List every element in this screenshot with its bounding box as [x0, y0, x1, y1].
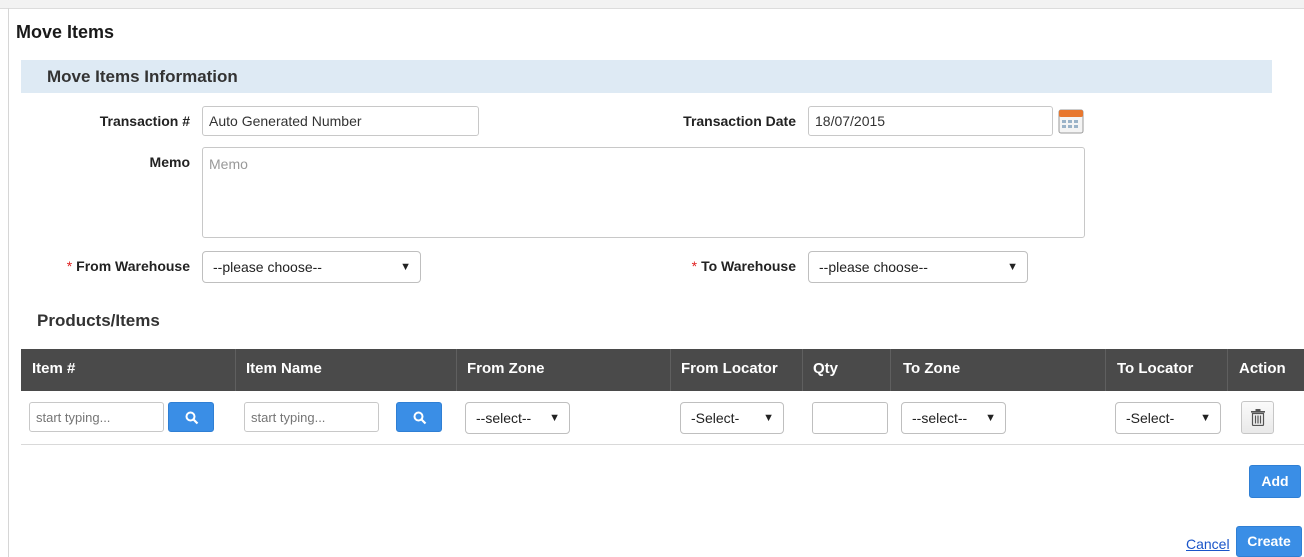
transaction-date-input[interactable]: 18/07/2015	[808, 106, 1053, 136]
transaction-label: Transaction #	[99, 113, 190, 129]
add-row-button[interactable]: Add	[1249, 465, 1301, 498]
trash-icon	[1251, 409, 1265, 426]
item-name-input[interactable]	[244, 402, 379, 432]
delete-row-button[interactable]	[1241, 401, 1274, 434]
dropdown-arrow-icon: ▼	[549, 412, 560, 424]
required-marker: *	[691, 258, 698, 274]
memo-textarea[interactable]: Memo	[202, 147, 1085, 238]
from-zone-select[interactable]: --select-- ▼	[465, 402, 570, 434]
to-warehouse-label: * To Warehouse	[692, 258, 796, 274]
column-divider	[1105, 349, 1106, 391]
column-divider	[802, 349, 803, 391]
column-from-zone: From Zone	[467, 360, 545, 377]
column-from-locator: From Locator	[681, 360, 778, 377]
from-warehouse-value: --please choose--	[213, 259, 322, 275]
products-table-header: Item # Item Name From Zone From Locator …	[21, 349, 1304, 391]
to-warehouse-label-text: To Warehouse	[701, 258, 796, 274]
to-locator-select[interactable]: -Select- ▼	[1115, 402, 1221, 434]
item-search-button[interactable]	[168, 402, 214, 432]
from-locator-value: -Select-	[691, 410, 740, 426]
to-zone-select[interactable]: --select-- ▼	[901, 402, 1006, 434]
column-divider	[1227, 349, 1228, 391]
to-warehouse-select[interactable]: --please choose-- ▼	[808, 251, 1028, 283]
column-item-name: Item Name	[246, 360, 322, 377]
to-zone-value: --select--	[912, 410, 968, 426]
item-number-input[interactable]	[29, 402, 164, 432]
window-top-border	[0, 0, 1304, 9]
dropdown-arrow-icon: ▼	[400, 261, 411, 273]
section-title: Move Items Information	[47, 67, 238, 86]
column-to-zone: To Zone	[903, 360, 961, 377]
column-divider	[890, 349, 891, 391]
create-button[interactable]: Create	[1236, 526, 1302, 557]
column-divider	[456, 349, 457, 391]
from-warehouse-label-text: From Warehouse	[76, 258, 190, 274]
row-divider	[21, 444, 1304, 445]
search-icon	[413, 411, 427, 425]
to-locator-value: -Select-	[1126, 410, 1175, 426]
from-zone-value: --select--	[476, 410, 532, 426]
column-divider	[235, 349, 236, 391]
products-title: Products/Items	[37, 311, 160, 330]
column-qty: Qty	[813, 360, 839, 377]
column-divider	[670, 349, 671, 391]
dropdown-arrow-icon: ▼	[1007, 261, 1018, 273]
item-name-search-button[interactable]	[396, 402, 442, 432]
to-warehouse-value: --please choose--	[819, 259, 928, 275]
transaction-number-input[interactable]: Auto Generated Number	[202, 106, 479, 136]
required-marker: *	[66, 258, 73, 274]
dropdown-arrow-icon: ▼	[985, 412, 996, 424]
transaction-date-label: Transaction Date	[683, 113, 796, 129]
column-action: Action	[1239, 360, 1286, 377]
column-item-number: Item #	[32, 360, 76, 377]
window-left-border	[8, 8, 9, 557]
dropdown-arrow-icon: ▼	[1200, 412, 1211, 424]
calendar-icon[interactable]	[1057, 107, 1085, 135]
from-locator-select[interactable]: -Select- ▼	[680, 402, 784, 434]
from-warehouse-select[interactable]: --please choose-- ▼	[202, 251, 421, 283]
qty-input[interactable]	[812, 402, 888, 434]
dropdown-arrow-icon: ▼	[763, 412, 774, 424]
section-header: Move Items Information	[21, 60, 1272, 93]
page-title: Move Items	[16, 22, 115, 42]
search-icon	[185, 411, 199, 425]
column-to-locator: To Locator	[1117, 360, 1194, 377]
cancel-link[interactable]: Cancel	[1186, 536, 1230, 552]
memo-label: Memo	[149, 154, 190, 170]
from-warehouse-label: * From Warehouse	[67, 258, 190, 274]
